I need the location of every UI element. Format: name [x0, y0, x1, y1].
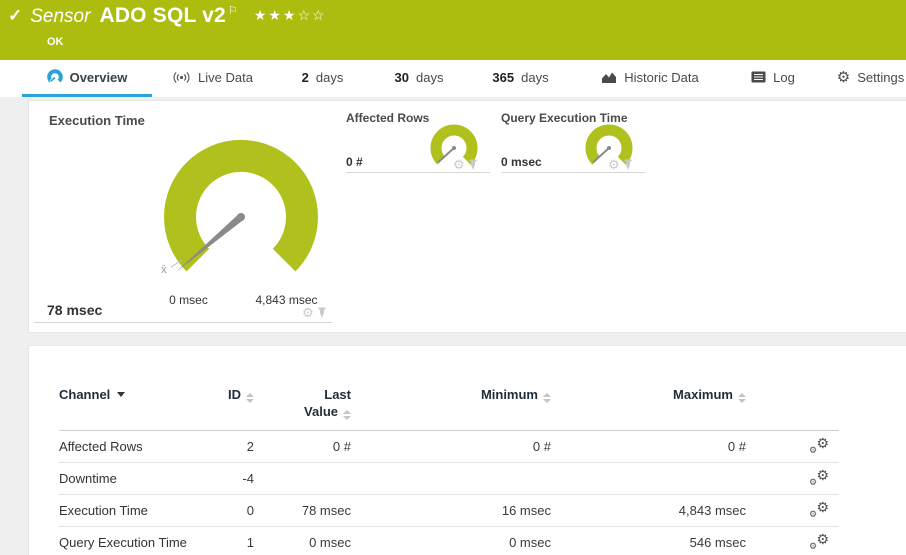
- tab-label: Historic Data: [624, 69, 699, 85]
- flag-icon[interactable]: ⚐: [228, 4, 238, 17]
- channel-maximum: 0 #: [551, 430, 746, 463]
- channels-table: Channel ID Last Value Minimum Maximum Aff…: [59, 374, 839, 555]
- channel-settings-icon[interactable]: ⚙ ⚙: [809, 436, 829, 455]
- average-marker: x̄: [161, 264, 167, 276]
- content-area: Execution Time x̄ 0 msec 4,843 msec 78 m…: [0, 97, 906, 555]
- table-row[interactable]: Execution Time 0 78 msec 16 msec 4,843 m…: [59, 494, 839, 527]
- table-row[interactable]: Affected Rows 2 0 # 0 # 0 # ⚙ ⚙: [59, 430, 839, 463]
- channel-minimum: [351, 462, 551, 495]
- tab-label: Overview: [69, 69, 128, 85]
- tab-settings[interactable]: ⚙ Settings: [828, 60, 906, 94]
- tab-30-days[interactable]: 30 days: [380, 60, 458, 94]
- tab-log[interactable]: Log: [738, 60, 808, 94]
- tab-label: Live Data: [198, 69, 253, 85]
- gauge-gear-icon[interactable]: ⚙: [302, 306, 314, 319]
- channel-name: Downtime: [59, 462, 189, 495]
- live-data-icon: [172, 71, 191, 84]
- channel-maximum: 546 msec: [551, 526, 746, 555]
- historic-chart-icon: [601, 71, 617, 84]
- gauge-icon: [46, 69, 63, 85]
- channel-last-value: [254, 462, 351, 495]
- tab-label: days: [521, 69, 549, 85]
- small-gauge-value: 0 msec: [501, 155, 542, 169]
- channel-last-value: 0 #: [254, 430, 351, 463]
- pin-icon[interactable]: [468, 159, 478, 171]
- object-kind-label: Sensor: [30, 6, 91, 27]
- tab-live-data[interactable]: Live Data: [160, 60, 265, 94]
- sensor-page: ✓ Sensor ADO SQL v2 ⚐ ★★★☆☆ OK Overview …: [0, 0, 906, 555]
- channel-id: 0: [189, 494, 254, 527]
- channel-maximum: [551, 462, 746, 495]
- channel-settings-icon[interactable]: ⚙ ⚙: [809, 500, 829, 519]
- channel-last-value: 0 msec: [254, 526, 351, 555]
- channel-id: 1: [189, 526, 254, 555]
- channel-name: Query Execution Time: [59, 526, 189, 555]
- sort-desc-icon: [117, 392, 126, 397]
- channel-name: Affected Rows: [59, 430, 189, 463]
- status-badge: OK: [47, 36, 64, 48]
- channel-minimum: 0 msec: [351, 526, 551, 555]
- divider: [34, 322, 332, 323]
- column-header-last-value[interactable]: Last Value: [254, 374, 351, 431]
- sort-icon: [246, 393, 254, 403]
- column-header-maximum[interactable]: Maximum: [551, 374, 746, 431]
- channel-settings-icon[interactable]: ⚙ ⚙: [809, 532, 829, 551]
- sensor-header: ✓ Sensor ADO SQL v2 ⚐ ★★★☆☆ OK: [0, 0, 906, 60]
- check-icon: ✓: [8, 6, 23, 25]
- channel-name: Execution Time: [59, 494, 189, 527]
- channel-maximum: 4,843 msec: [551, 494, 746, 527]
- priority-stars[interactable]: ★★★☆☆: [254, 7, 327, 24]
- gauges-card: Execution Time x̄ 0 msec 4,843 msec 78 m…: [28, 100, 906, 333]
- pin-icon[interactable]: [317, 307, 327, 319]
- tab-bar: Overview Live Data 2 days 30 days 365 da…: [0, 60, 906, 98]
- small-gauge-title: Affected Rows: [346, 111, 430, 125]
- channel-minimum: 0 #: [351, 430, 551, 463]
- pin-icon[interactable]: [623, 159, 633, 171]
- log-icon: [751, 71, 766, 83]
- main-gauge-value: 78 msec: [47, 302, 103, 318]
- gauge-gear-icon[interactable]: ⚙: [453, 158, 465, 171]
- main-gauge-title: Execution Time: [49, 113, 145, 128]
- tab-label: Log: [773, 69, 795, 85]
- tab-2-days[interactable]: 2 days: [285, 60, 360, 94]
- gauge-gear-icon[interactable]: ⚙: [608, 158, 620, 171]
- sort-icon: [738, 393, 746, 403]
- tab-365-days[interactable]: 365 days: [478, 60, 563, 94]
- small-gauge-value: 0 #: [346, 155, 363, 169]
- channels-card: Channel ID Last Value Minimum Maximum Aff…: [28, 345, 906, 555]
- divider: [346, 172, 490, 173]
- channel-id: -4: [189, 462, 254, 495]
- gear-icon: ⚙: [836, 68, 851, 86]
- column-header-minimum[interactable]: Minimum: [351, 374, 551, 431]
- channel-id: 2: [189, 430, 254, 463]
- channel-settings-icon[interactable]: ⚙ ⚙: [809, 468, 829, 487]
- channel-minimum: 16 msec: [351, 494, 551, 527]
- page-title: ADO SQL v2: [99, 4, 226, 27]
- divider: [501, 172, 645, 173]
- channel-last-value: 78 msec: [254, 494, 351, 527]
- table-row[interactable]: Downtime -4 ⚙ ⚙: [59, 462, 839, 495]
- sort-icon: [343, 410, 351, 420]
- gauge-max-label: 4,843 msec: [255, 293, 318, 307]
- column-header-channel[interactable]: Channel: [59, 374, 189, 431]
- table-row[interactable]: Query Execution Time 1 0 msec 0 msec 546…: [59, 526, 839, 555]
- column-header-settings: [746, 374, 839, 431]
- tab-label: days: [416, 69, 444, 85]
- sort-icon: [543, 393, 551, 403]
- tab-label: Settings: [857, 69, 905, 85]
- execution-time-gauge: [164, 140, 318, 272]
- tab-label: days: [315, 69, 344, 85]
- gauge-min-label: 0 msec: [169, 293, 208, 307]
- tab-overview[interactable]: Overview: [22, 60, 152, 97]
- column-header-id[interactable]: ID: [189, 374, 254, 431]
- tab-historic-data[interactable]: Historic Data: [590, 60, 710, 94]
